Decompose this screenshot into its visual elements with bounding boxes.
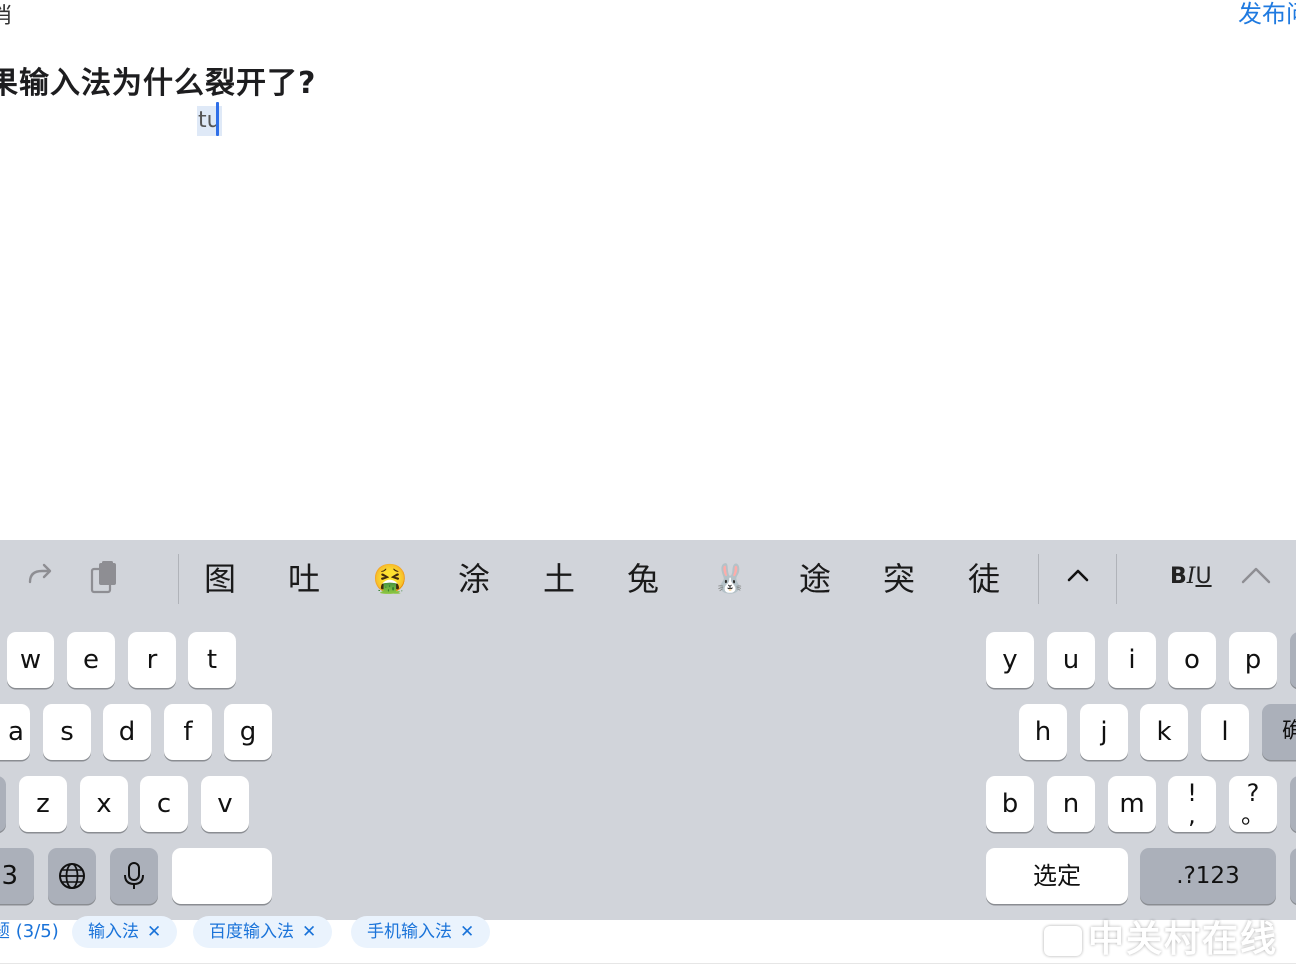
- key-g[interactable]: g: [224, 704, 272, 760]
- globe-key[interactable]: [48, 848, 96, 904]
- key-f[interactable]: f: [164, 704, 212, 760]
- key-b[interactable]: b: [986, 776, 1034, 832]
- key-k[interactable]: k: [1140, 704, 1188, 760]
- publish-button[interactable]: 发布问: [1238, 0, 1296, 29]
- key-a[interactable]: a: [0, 704, 30, 760]
- toolbar-divider: [178, 554, 179, 604]
- candidate-8[interactable]: 途: [793, 554, 837, 604]
- key-e[interactable]: e: [67, 632, 115, 688]
- key-n[interactable]: n: [1047, 776, 1095, 832]
- candidate-9[interactable]: 突: [877, 554, 921, 604]
- tag-bar: 题 (3/5) 输入法 ✕ 百度输入法 ✕ 手机输入法 ✕ 中关村在线: [0, 916, 1296, 964]
- candidate-10[interactable]: 徒: [962, 554, 1006, 604]
- key-s[interactable]: s: [43, 704, 91, 760]
- backspace-key[interactable]: [1290, 632, 1296, 688]
- candidate-vomit-emoji[interactable]: 🤮: [366, 554, 414, 604]
- expand-candidates-icon[interactable]: [1058, 560, 1098, 600]
- key-m[interactable]: m: [1108, 776, 1156, 832]
- confirm-key[interactable]: 确: [1262, 704, 1296, 760]
- text-caret: [216, 102, 219, 136]
- shift-key[interactable]: [0, 776, 6, 832]
- paste-icon[interactable]: [84, 560, 124, 600]
- key-bottom-char: 。: [1241, 801, 1265, 829]
- remove-tag-icon[interactable]: ✕: [302, 922, 316, 942]
- key-z[interactable]: z: [19, 776, 67, 832]
- key-t[interactable]: t: [188, 632, 236, 688]
- key-exclaim-comma[interactable]: ! ,: [1168, 776, 1216, 832]
- key-bottom-char: ,: [1188, 801, 1196, 829]
- toolbar-divider: [1116, 554, 1117, 604]
- tag-chip[interactable]: 百度输入法 ✕: [193, 916, 333, 948]
- key-question-period[interactable]: ? 。: [1229, 776, 1277, 832]
- bold-label: B: [1170, 564, 1187, 589]
- key-o[interactable]: o: [1168, 632, 1216, 688]
- tag-label: 百度输入法: [209, 922, 294, 942]
- key-j[interactable]: j: [1080, 704, 1128, 760]
- key-v[interactable]: v: [201, 776, 249, 832]
- candidate-5[interactable]: 土: [537, 554, 581, 604]
- candidate-4[interactable]: 涂: [452, 554, 496, 604]
- corner-label: 消: [0, 4, 13, 29]
- candidate-rabbit-emoji[interactable]: 🐰: [706, 554, 754, 604]
- collapse-toolbar-icon[interactable]: [1236, 560, 1276, 600]
- key-r[interactable]: r: [128, 632, 176, 688]
- tag-label: 手机输入法: [367, 922, 452, 942]
- question-title[interactable]: 果输入法为什么裂开了?: [0, 58, 316, 102]
- key-p[interactable]: p: [1229, 632, 1277, 688]
- divider: [0, 963, 1296, 964]
- globe-icon: [59, 863, 85, 889]
- key-c[interactable]: c: [140, 776, 188, 832]
- microphone-icon: [124, 862, 144, 889]
- toolbar-divider: [1038, 554, 1039, 604]
- candidate-1[interactable]: 图: [198, 554, 242, 604]
- tag-chip[interactable]: 手机输入法 ✕: [351, 916, 491, 948]
- watermark-logo-icon: [1043, 926, 1082, 956]
- key-h[interactable]: h: [1019, 704, 1067, 760]
- shift-key-right[interactable]: [1290, 776, 1296, 832]
- tag-chip[interactable]: 输入法 ✕: [72, 916, 178, 948]
- text-format-button[interactable]: BIU: [1170, 564, 1212, 589]
- candidate-2[interactable]: 吐: [282, 554, 326, 604]
- key-u[interactable]: u: [1047, 632, 1095, 688]
- key-w[interactable]: w: [7, 632, 54, 688]
- key-x[interactable]: x: [80, 776, 128, 832]
- redo-icon[interactable]: [20, 560, 60, 600]
- numbers-key-right[interactable]: .?123: [1140, 848, 1276, 904]
- numbers-key[interactable]: 23: [0, 848, 34, 904]
- candidate-bar: 图 吐 🤮 涂 土 兔 🐰 途 突 徒 BIU: [0, 540, 1296, 620]
- watermark-text: 中关村在线: [1087, 919, 1278, 960]
- remove-tag-icon[interactable]: ✕: [147, 922, 161, 942]
- key-l[interactable]: l: [1201, 704, 1249, 760]
- candidate-6[interactable]: 兔: [621, 554, 665, 604]
- topic-count: 题 (3/5): [0, 921, 59, 942]
- key-d[interactable]: d: [103, 704, 151, 760]
- keyboard: 图 吐 🤮 涂 土 兔 🐰 途 突 徒 BIU w e r t a s d f …: [0, 540, 1296, 920]
- space-key-left[interactable]: [172, 848, 272, 904]
- key-y[interactable]: y: [986, 632, 1034, 688]
- remove-tag-icon[interactable]: ✕: [460, 922, 474, 942]
- select-key[interactable]: 选定: [986, 848, 1128, 904]
- hide-keyboard-key[interactable]: [1290, 848, 1296, 904]
- underline-label: U: [1195, 564, 1212, 589]
- key-i[interactable]: i: [1108, 632, 1156, 688]
- dictation-key[interactable]: [110, 848, 158, 904]
- watermark: 中关村在线: [1043, 910, 1278, 962]
- tag-label: 输入法: [88, 922, 139, 942]
